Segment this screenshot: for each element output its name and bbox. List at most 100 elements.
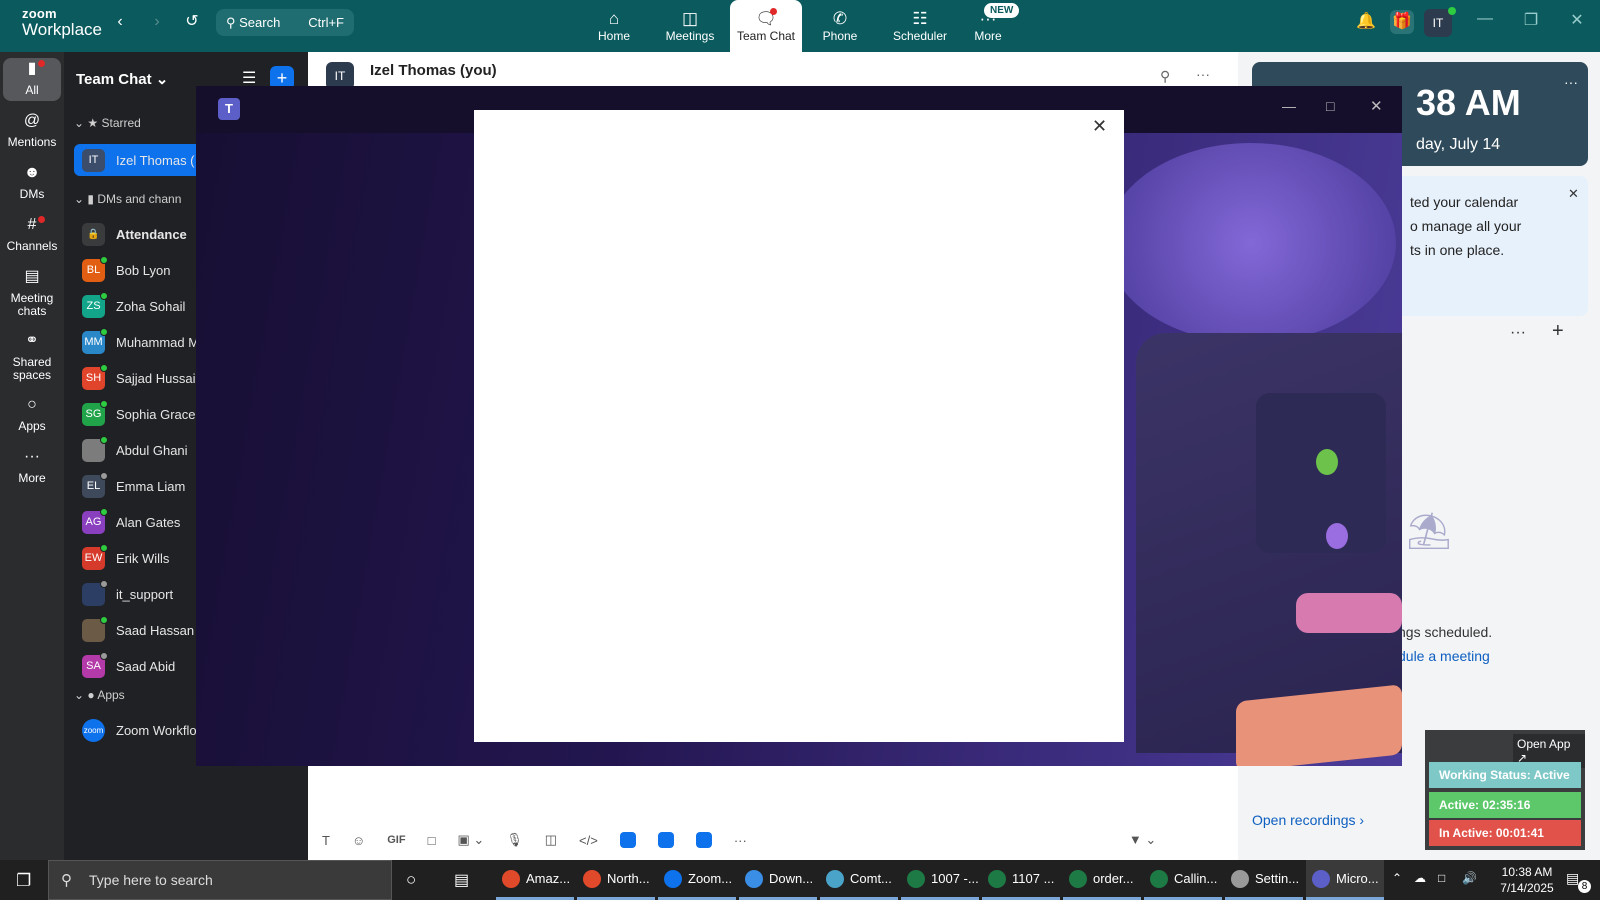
onedrive-icon[interactable]: ☁ xyxy=(1414,871,1426,885)
calendar-icon: ▤ xyxy=(24,268,40,285)
emoji-icon[interactable]: ☺ xyxy=(352,833,365,848)
file-icon[interactable]: □ xyxy=(428,833,436,848)
at-icon: @ xyxy=(23,112,41,129)
network-icon[interactable]: □ xyxy=(1438,871,1445,885)
presence-dot xyxy=(1448,7,1456,15)
avatar: ZS xyxy=(82,291,108,318)
rail-more[interactable]: ··· More xyxy=(0,449,64,485)
close-icon[interactable]: ✕ xyxy=(1568,186,1579,202)
history-icon[interactable]: ↺ xyxy=(180,10,204,34)
rail-apps[interactable]: ○ Apps xyxy=(0,397,64,433)
add-icon[interactable]: + xyxy=(1552,320,1564,343)
more-icon[interactable]: ··· xyxy=(1196,66,1210,82)
rail-channels[interactable]: # Channels xyxy=(0,217,64,253)
send-options-icon[interactable]: ▼ ⌄ xyxy=(1129,832,1156,848)
taskbar-app[interactable]: North... xyxy=(577,860,655,900)
taskbar-app[interactable]: 1007 -... xyxy=(901,860,979,900)
video-icon: ◫ xyxy=(681,9,699,28)
avatar: EL xyxy=(82,471,108,498)
maximize-icon[interactable]: □ xyxy=(1326,98,1334,114)
taskbar-app[interactable]: order... xyxy=(1063,860,1141,900)
taskbar-app[interactable]: Micro... xyxy=(1306,860,1384,900)
cortana-icon[interactable]: ○ xyxy=(406,870,416,890)
screenshot-icon[interactable]: ▣ ⌄ xyxy=(457,832,484,848)
search-icon[interactable]: ⚲ xyxy=(1160,68,1170,85)
compose-toolbar: T ☺ GIF □ ▣ ⌄ 🎙 ◫ </> ··· ▼ ⌄ xyxy=(308,820,1238,860)
tab-team-chat[interactable]: 🗨 Team Chat xyxy=(730,0,802,52)
section-apps[interactable]: ⌄ ● Apps xyxy=(74,688,125,702)
gif-icon[interactable]: GIF xyxy=(387,834,405,846)
avatar: SA xyxy=(82,651,108,678)
taskbar-app[interactable]: Amaz... xyxy=(496,860,574,900)
home-icon: ⌂ xyxy=(608,9,620,28)
presence-dot xyxy=(100,579,108,588)
more-icon[interactable]: ··· xyxy=(734,833,747,848)
code-icon[interactable]: </> xyxy=(579,833,598,848)
task-view-icon[interactable]: ▤ xyxy=(454,870,469,890)
presence-dot xyxy=(100,471,108,480)
minimize-icon[interactable]: — xyxy=(1470,10,1500,28)
app-icon-3[interactable] xyxy=(695,832,712,848)
maximize-icon[interactable]: ❐ xyxy=(1516,10,1546,30)
tray-chevron-icon[interactable]: ⌃ xyxy=(1392,871,1402,885)
forward-arrow-icon[interactable]: › xyxy=(145,10,169,34)
tab-home[interactable]: ⌂ Home xyxy=(578,0,650,52)
taskbar-app[interactable]: Comt... xyxy=(820,860,898,900)
app-icon-1[interactable] xyxy=(619,832,636,848)
section-starred[interactable]: ⌄ ★ Starred xyxy=(74,116,141,130)
minimize-icon[interactable]: — xyxy=(1282,98,1296,114)
more-icon[interactable]: ··· xyxy=(1510,324,1526,342)
rail-shared-spaces[interactable]: ⚭ Shared spaces xyxy=(0,333,64,382)
tab-phone[interactable]: ✆ Phone xyxy=(804,0,876,52)
presence-dot xyxy=(100,399,108,408)
tab-scheduler[interactable]: ☷ Scheduler xyxy=(880,0,960,52)
mic-icon[interactable]: 🎙 xyxy=(506,832,523,848)
rail-meeting-chats[interactable]: ▤ Meeting chats xyxy=(0,268,64,318)
open-recordings-link[interactable]: Open recordings › xyxy=(1252,812,1364,828)
taskbar-app[interactable]: 1107 ... xyxy=(982,860,1060,900)
notification-count: 8 xyxy=(1578,880,1591,893)
rail-dms[interactable]: ☻ DMs xyxy=(0,165,64,201)
presence-dot xyxy=(100,255,108,264)
presence-dot xyxy=(100,327,108,336)
left-rail: ▮ All @ Mentions ☻ DMs # Channels ▤ Meeting c… xyxy=(0,52,64,860)
app-icon xyxy=(1312,869,1330,888)
app-icon-2[interactable] xyxy=(657,832,674,848)
taskbar-app[interactable]: Callin... xyxy=(1144,860,1222,900)
video-message-icon[interactable]: ◫ xyxy=(545,832,557,848)
volume-icon[interactable]: 🔊 xyxy=(1462,871,1477,885)
status-widget: Open App ↗ Working Status: Active Active… xyxy=(1425,730,1585,850)
rail-mentions[interactable]: @ Mentions xyxy=(0,112,64,149)
presence-dot xyxy=(100,615,108,624)
tab-meetings[interactable]: ◫ Meetings xyxy=(654,0,726,52)
chat-list-title[interactable]: Team Chat ⌄ xyxy=(76,70,168,88)
rail-all[interactable]: ▮ All xyxy=(3,58,61,101)
section-dms[interactable]: ⌄ ▮ DMs and chann xyxy=(74,192,181,206)
avatar xyxy=(82,435,108,462)
app-icon xyxy=(745,869,763,888)
taskbar-app[interactable]: Zoom... xyxy=(658,860,736,900)
decorative-dot xyxy=(1316,449,1338,475)
back-arrow-icon[interactable]: ‹ xyxy=(108,10,132,34)
blank-dialog: ✕ xyxy=(474,110,1124,742)
close-icon[interactable]: ✕ xyxy=(1562,10,1592,30)
gift-icon[interactable]: 🎁 xyxy=(1390,10,1414,34)
taskbar-search-input[interactable]: ⚲ Type here to search xyxy=(48,860,392,900)
windows-start-icon[interactable]: ❐ xyxy=(16,871,31,891)
close-icon[interactable]: ✕ xyxy=(1370,97,1383,115)
schedule-meeting-link[interactable]: dule a meeting xyxy=(1398,648,1490,664)
text-format-icon[interactable]: T xyxy=(322,833,330,848)
close-icon[interactable]: ✕ xyxy=(1092,116,1107,137)
more-icon[interactable]: ··· xyxy=(1564,74,1578,90)
app-icon xyxy=(1231,869,1249,888)
taskbar-clock[interactable]: 10:38 AM 7/14/2025 xyxy=(1488,864,1566,896)
avatar: AG xyxy=(82,507,108,534)
search-input[interactable]: ⚲ Search Ctrl+F xyxy=(216,9,354,36)
presence-dot xyxy=(100,507,108,516)
filter-icon[interactable]: ☰ xyxy=(242,68,256,88)
taskbar-app[interactable]: Settin... xyxy=(1225,860,1303,900)
taskbar-app[interactable]: Down... xyxy=(739,860,817,900)
phone-icon: ✆ xyxy=(832,9,848,28)
bell-icon[interactable]: 🔔 xyxy=(1354,10,1378,34)
app-icon xyxy=(502,869,520,888)
